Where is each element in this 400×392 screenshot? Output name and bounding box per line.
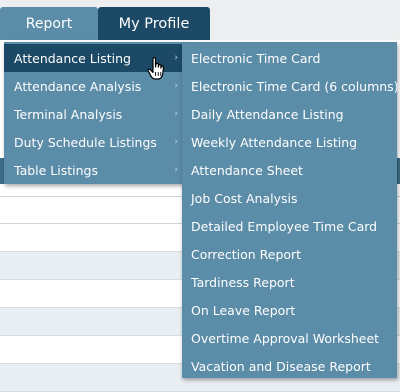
submenu-item-label: Detailed Employee Time Card [191,218,378,234]
menu-item-label: Table Listings [14,162,98,178]
hand-pointer-icon [147,57,165,80]
submenu-item-tardiness-report[interactable]: Tardiness Report [182,268,397,296]
tab-my-profile-label: My Profile [118,15,190,32]
submenu-item-detailed-employee-time-card[interactable]: Detailed Employee Time Card [182,212,397,240]
menu-item-table-listings[interactable]: Table Listings › [4,156,186,184]
tab-report[interactable]: Report [0,7,98,40]
menu-item-terminal-analysis[interactable]: Terminal Analysis › [4,100,186,128]
chevron-right-icon: › [174,137,178,147]
submenu-item-label: Vacation and Disease Report [191,358,371,374]
submenu-item-electronic-time-card-6-columns[interactable]: Electronic Time Card (6 columns) [182,72,399,100]
submenu-item-correction-report[interactable]: Correction Report [182,240,397,268]
tab-my-profile[interactable]: My Profile [98,7,210,40]
chevron-right-icon: › [174,53,178,63]
submenu-item-attendance-sheet[interactable]: Attendance Sheet [182,156,397,184]
submenu-item-job-cost-analysis[interactable]: Job Cost Analysis [182,184,397,212]
tab-report-label: Report [25,15,73,32]
submenu-item-label: Electronic Time Card (6 columns) [191,78,399,94]
submenu-item-overtime-approval-worksheet[interactable]: Overtime Approval Worksheet [182,324,397,352]
submenu-item-label: Correction Report [191,246,302,262]
submenu-item-label: Tardiness Report [191,274,295,290]
chevron-right-icon: › [174,81,178,91]
submenu-item-label: Job Cost Analysis [191,190,298,206]
submenu-item-label: Daily Attendance Listing [191,106,344,122]
menu-item-duty-schedule-listings[interactable]: Duty Schedule Listings › [4,128,186,156]
menu-item-label: Terminal Analysis [14,106,123,122]
submenu-item-vacation-and-disease-report[interactable]: Vacation and Disease Report [182,352,397,380]
submenu-item-on-leave-report[interactable]: On Leave Report [182,296,397,324]
menu-item-label: Duty Schedule Listings [14,134,157,150]
chevron-right-icon: › [174,109,178,119]
submenu-item-label: On Leave Report [191,302,296,318]
top-nav-bar: Report My Profile [0,0,400,40]
attendance-listing-submenu: Electronic Time Card Electronic Time Car… [182,42,399,380]
chevron-right-icon: › [174,165,178,175]
submenu-item-label: Overtime Approval Worksheet [191,330,380,346]
menu-item-label: Attendance Analysis [14,78,142,94]
submenu-item-label: Weekly Attendance Listing [191,134,358,150]
submenu-item-daily-attendance-listing[interactable]: Daily Attendance Listing [182,100,397,128]
submenu-item-electronic-time-card[interactable]: Electronic Time Card [182,44,397,72]
submenu-item-label: Electronic Time Card [191,50,321,66]
submenu-item-label: Attendance Sheet [191,162,303,178]
menu-item-label: Attendance Listing [14,50,131,66]
submenu-item-weekly-attendance-listing[interactable]: Weekly Attendance Listing [182,128,397,156]
